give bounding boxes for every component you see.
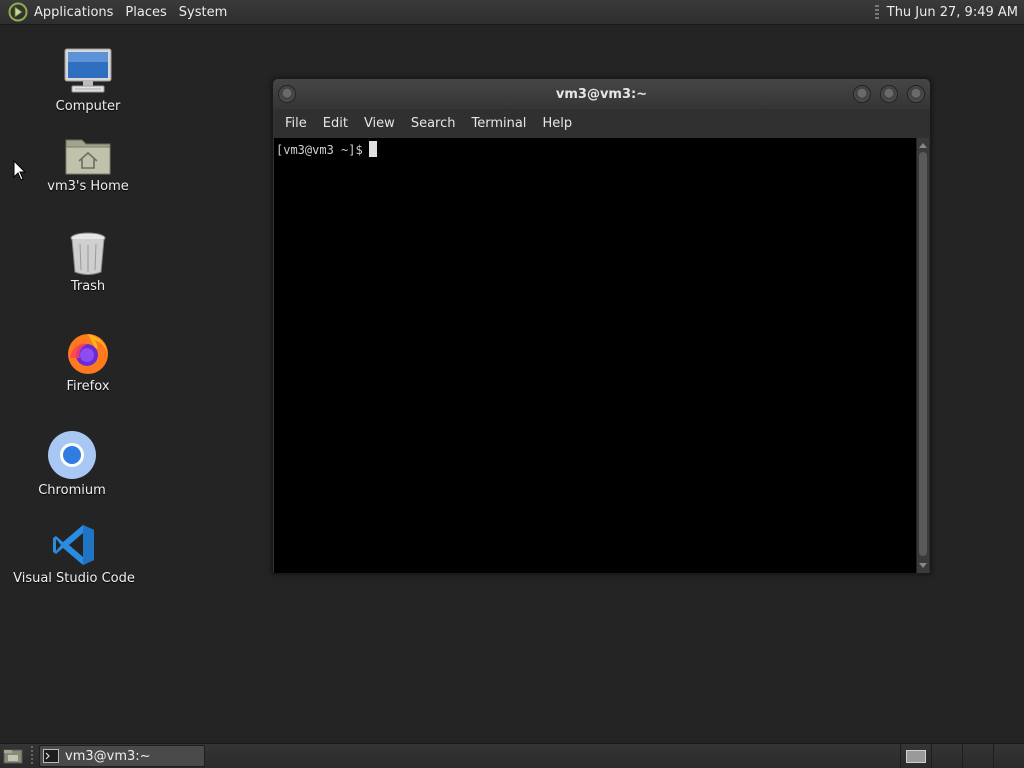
scrollbar-thumb[interactable] xyxy=(919,152,927,556)
chromium-icon xyxy=(48,431,96,479)
desktop-icon-label: Computer xyxy=(55,99,121,114)
home-folder-icon xyxy=(65,139,111,175)
desktop-icon-label: Trash xyxy=(70,279,106,294)
terminal-window[interactable]: vm3@vm3:~ File Edit View Search Terminal… xyxy=(272,78,931,574)
terminal-prompt: [vm3@vm3 ~]$ xyxy=(276,143,363,157)
applications-logo-icon[interactable] xyxy=(8,2,28,22)
desktop-icon-label: Chromium xyxy=(38,483,106,498)
terminal-scrollbar[interactable] xyxy=(916,138,929,573)
desktop-icon-trash[interactable]: Trash xyxy=(23,220,153,294)
terminal-small-icon xyxy=(43,749,59,763)
clock[interactable]: Thu Jun 27, 9:49 AM xyxy=(887,5,1024,20)
firefox-icon xyxy=(68,334,108,374)
workspace-4[interactable] xyxy=(993,744,1024,768)
workspace-1[interactable] xyxy=(900,744,931,768)
scroll-up-arrow-icon[interactable] xyxy=(919,143,927,148)
maximize-button[interactable] xyxy=(880,85,898,103)
trash-icon xyxy=(70,232,106,275)
terminal-content[interactable]: [vm3@vm3 ~]$ xyxy=(274,138,917,573)
scroll-down-arrow-icon[interactable] xyxy=(919,563,927,568)
close-button[interactable] xyxy=(907,85,925,103)
menu-help[interactable]: Help xyxy=(534,109,580,138)
menu-edit[interactable]: Edit xyxy=(315,109,356,138)
show-desktop-icon[interactable] xyxy=(3,747,23,765)
desktop-icon-vscode[interactable]: Visual Studio Code xyxy=(9,512,139,586)
desktop-icon-label: Visual Studio Code xyxy=(13,571,135,586)
top-panel: Applications Places System Thu Jun 27, 9… xyxy=(0,0,1024,25)
menu-terminal[interactable]: Terminal xyxy=(463,109,534,138)
desktop-icon-home[interactable]: vm3's Home xyxy=(23,120,153,194)
taskbar-window-label: vm3@vm3:~ xyxy=(65,748,151,764)
desktop-icon-computer[interactable]: Computer xyxy=(23,40,153,114)
panel-handle[interactable] xyxy=(874,4,879,21)
top-panel-right: Thu Jun 27, 9:49 AM xyxy=(874,0,1024,25)
vscode-icon xyxy=(53,525,94,565)
mouse-pointer-icon xyxy=(13,160,27,181)
menu-file[interactable]: File xyxy=(277,109,315,138)
menu-view[interactable]: View xyxy=(356,109,403,138)
menu-places[interactable]: Places xyxy=(119,0,172,25)
terminal-title: vm3@vm3:~ xyxy=(555,86,648,102)
terminal-menubar: File Edit View Search Terminal Help xyxy=(273,109,930,138)
menu-search[interactable]: Search xyxy=(403,109,464,138)
workspace-2[interactable] xyxy=(931,744,962,768)
top-menu: Applications Places System xyxy=(0,0,233,25)
workspace-switcher[interactable] xyxy=(900,744,1024,768)
taskbar-window-button[interactable]: vm3@vm3:~ xyxy=(39,745,205,767)
terminal-titlebar[interactable]: vm3@vm3:~ xyxy=(273,79,930,109)
workspace-3[interactable] xyxy=(962,744,993,768)
text-cursor xyxy=(368,141,377,157)
window-menu-button[interactable] xyxy=(278,85,296,103)
menu-system[interactable]: System xyxy=(173,0,233,25)
menu-applications[interactable]: Applications xyxy=(28,0,119,25)
minimize-button[interactable] xyxy=(853,85,871,103)
desktop-icon-firefox[interactable]: Firefox xyxy=(23,320,153,394)
desktop-icon-chromium[interactable]: Chromium xyxy=(7,424,137,498)
computer-icon xyxy=(64,48,112,93)
desktop-icon-label: Firefox xyxy=(66,379,110,394)
bottom-panel: vm3@vm3:~ xyxy=(0,743,1024,768)
taskbar-separator xyxy=(31,746,33,766)
desktop-icon-label: vm3's Home xyxy=(47,179,129,194)
